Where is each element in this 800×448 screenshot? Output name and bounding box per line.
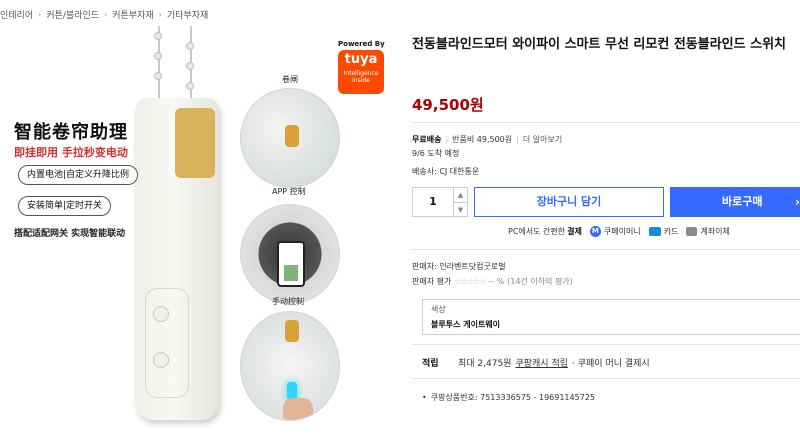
separator: | — [445, 135, 449, 144]
reward-row: 적립 최대 2,475원 쿠팡캐시 적립 · 쿠페이 머니 결제시 — [422, 356, 650, 369]
product-image[interactable]: 智能卷帘助理 即挂即用 手拉秒变电动 内置电池|自定义升降比例 安装简单|定时开… — [0, 26, 400, 448]
chevron-right-icon: › — [104, 9, 108, 19]
product-title: 전동블라인드모터 와이파이 스마트 무선 리모컨 전동블라인드 스위치 — [412, 37, 786, 52]
divider — [412, 122, 800, 123]
option-value: 블루투스 게이트웨이 — [431, 320, 501, 329]
reward-label: 적립 — [422, 359, 439, 369]
return-fee: 반품비 49,500원 — [452, 135, 513, 144]
coupay-icon: M — [589, 226, 601, 237]
hand-icon — [283, 398, 313, 420]
pay-strong: 결제 — [567, 227, 582, 236]
shipping-row: 무료배송 | 반품비 49,500원 | 더 알아보기 — [412, 134, 562, 145]
chain-bead — [154, 52, 162, 60]
option-selector[interactable]: 색상 블루투스 게이트웨이 — [422, 299, 800, 335]
manual-gear — [285, 320, 299, 342]
chain-bead — [154, 32, 162, 40]
product-info: 전동블라인드모터 와이파이 스마트 무선 리모컨 전동블라인드 스위치 49,5… — [412, 36, 800, 402]
circle-roller-view — [240, 88, 340, 188]
pay-method-card: 카드 — [648, 226, 679, 237]
rating-stars-icon: ☆☆☆☆☆ — [454, 277, 486, 286]
bullet-icon: • — [422, 393, 427, 402]
option-label: 색상 — [431, 305, 446, 314]
divider — [412, 378, 800, 379]
tuya-tagline: Intelligence inside — [343, 70, 379, 84]
quantity-arrows: ▲ ▼ — [453, 188, 467, 216]
circle-app-view — [240, 204, 340, 304]
reward-prefix: 최대 2,475원 — [458, 359, 512, 369]
chevron-right-icon: › — [795, 195, 800, 209]
device-panel — [145, 288, 189, 398]
reward-suffix: · 쿠페이 머니 결제시 — [572, 359, 650, 369]
quantity-input[interactable]: 1 — [413, 188, 453, 216]
tuya-badge: Powered By tuya Intelligence inside — [338, 40, 388, 94]
product-price: 49,500원 — [412, 96, 484, 114]
pay-method-label: 계좌이체 — [700, 227, 730, 236]
circle-manual-view — [240, 311, 340, 421]
breadcrumb-item[interactable]: 인테리어 — [0, 8, 33, 21]
tuya-logo: tuya Intelligence inside — [338, 50, 384, 94]
product-code-text: 쿠팡상품번호: 7513336575 - 19691145725 — [430, 393, 595, 402]
chevron-up-icon[interactable]: ▲ — [454, 188, 467, 202]
promo-footer: 搭配适配网关 实现智能联动 — [14, 229, 126, 239]
pay-method-coupay: M 쿠페이머니 — [589, 226, 641, 237]
chain-bead — [186, 82, 194, 90]
seller-rating-label: 판매자 평가 — [412, 277, 452, 286]
promo-pill: 安装简单|定时开关 — [18, 196, 112, 216]
phone-icon — [277, 241, 305, 287]
seller-name[interactable]: 판매자: 인라벤트닷컴굿로벌 — [412, 261, 506, 272]
device-button — [153, 352, 169, 368]
carrier-label: 배송사: CJ 대한통운 — [412, 167, 480, 176]
circle-label: 手动控制 — [272, 297, 304, 306]
divider — [412, 344, 800, 345]
blind-motor-device — [135, 98, 219, 420]
promo-title: 智能卷帘助理 — [14, 122, 128, 143]
circle-label: APP 控制 — [272, 187, 306, 196]
coupang-cash-link[interactable]: 쿠팡캐시 적립 — [515, 356, 568, 369]
tuya-powered-label: Powered By — [338, 40, 385, 48]
divider — [412, 249, 800, 250]
seller-rating-count: (14건 이하의 평가) — [507, 277, 573, 286]
add-to-cart-button[interactable]: 장바구니 담기 — [474, 187, 664, 217]
promo-pill: 内置电池|自定义升降比例 — [18, 165, 139, 185]
device-button — [153, 306, 169, 322]
separator: | — [516, 135, 519, 144]
pay-prefix: PC에서도 간편한 — [508, 227, 566, 236]
chain-bead — [186, 42, 194, 50]
chevron-right-icon: › — [38, 9, 42, 19]
pay-method-label: 쿠페이머니 — [603, 227, 641, 236]
chevron-right-icon: › — [158, 9, 162, 19]
delivery-eta: 9/6 도착 예정 — [412, 149, 460, 158]
seller-rating: 판매자 평가 ☆☆☆☆☆ -- % (14건 이하의 평가) — [412, 276, 573, 287]
see-more-link[interactable]: 더 알아보기 — [523, 134, 562, 145]
buy-now-label: 바로구매 — [722, 195, 763, 208]
payment-methods: PC에서도 간편한 결제 M 쿠페이머니 카드 계좌이체 — [508, 226, 730, 237]
device-gear — [175, 108, 215, 178]
phone-screen — [284, 265, 298, 281]
breadcrumb-item[interactable]: 기타부자재 — [167, 8, 208, 21]
quantity-stepper[interactable]: 1 ▲ ▼ — [412, 187, 468, 217]
circle-label: 卷闸 — [282, 75, 298, 84]
roller-gear — [285, 125, 299, 147]
chevron-down-icon[interactable]: ▼ — [454, 202, 467, 217]
product-code: • 쿠팡상품번호: 7513336575 - 19691145725 — [422, 392, 595, 403]
free-shipping-label: 무료배송 — [412, 135, 442, 144]
chain-bead — [186, 62, 194, 70]
card-icon — [648, 227, 661, 236]
buy-now-button[interactable]: 바로구매 › — [670, 187, 800, 217]
breadcrumb-item[interactable]: 커튼부자재 — [112, 8, 153, 21]
pay-method-bank: 계좌이체 — [686, 226, 730, 237]
tuya-brand: tuya — [344, 52, 378, 67]
chain-bead — [154, 72, 162, 80]
breadcrumb-item[interactable]: 커튼/블라인드 — [46, 8, 99, 21]
breadcrumb: 인테리어 › 커튼/블라인드 › 커튼부자재 › 기타부자재 — [0, 6, 208, 22]
bank-icon — [686, 227, 698, 236]
promo-subtitle: 即挂即用 手拉秒变电动 — [14, 146, 128, 159]
seller-rating-value: -- % — [488, 277, 505, 286]
pay-method-label: 카드 — [663, 227, 679, 236]
